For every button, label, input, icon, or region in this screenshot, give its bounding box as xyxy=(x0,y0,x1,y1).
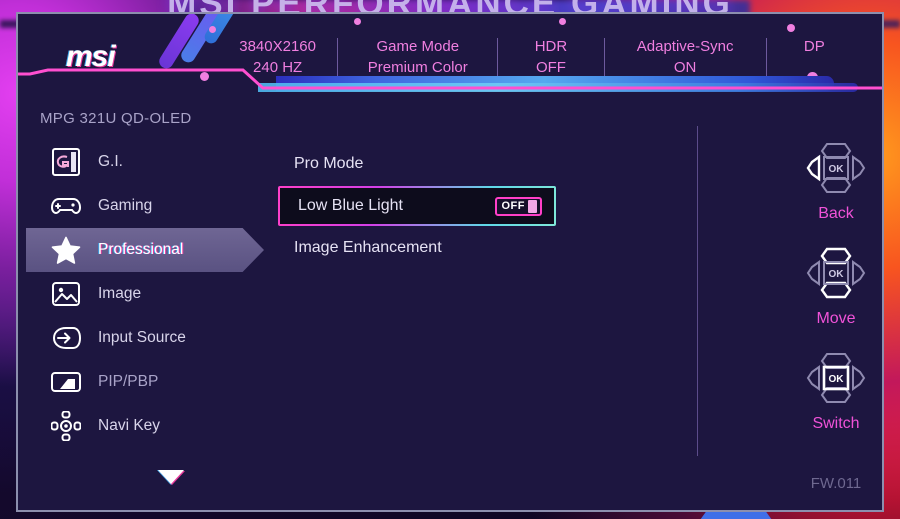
status-hdr: HDR OFF xyxy=(498,36,603,78)
nav-hint-move-label: Move xyxy=(816,310,856,327)
sidebar-item-input-source[interactable]: Input Source xyxy=(18,316,276,360)
nav-hint-move-ok: OK xyxy=(829,269,845,280)
pip-pbp-icon xyxy=(46,370,86,394)
nav-hint-switch-label: Switch xyxy=(812,415,860,432)
header-dot-2 xyxy=(354,18,361,25)
monitor-model-name: MPG 321U QD-OLED xyxy=(40,110,192,127)
osd-body: G.I. Gaming Professional Image Input Sou… xyxy=(18,126,882,510)
star-icon xyxy=(46,235,86,265)
status-bar: 3840X2160 240 HZ Game Mode Premium Color… xyxy=(218,36,862,78)
sidebar-item-gaming-label: Gaming xyxy=(98,197,153,214)
nav-hint-move[interactable]: OK Move xyxy=(790,245,882,328)
sidebar-item-gi-label: G.I. xyxy=(98,153,123,170)
status-adaptive-sync-line1: Adaptive-Sync xyxy=(636,38,734,55)
sidebar-item-navi-key[interactable]: Navi Key xyxy=(18,404,276,448)
sidebar-item-input-source-label: Input Source xyxy=(98,329,186,346)
status-input: DP xyxy=(767,36,862,57)
panel-divider xyxy=(697,126,698,456)
status-input-line1: DP xyxy=(803,38,825,55)
sidebar-item-gi[interactable]: G.I. xyxy=(18,140,276,184)
gamepad-icon xyxy=(46,193,86,219)
header-dot-4 xyxy=(787,24,795,32)
joystick-left-icon: OK xyxy=(806,143,866,193)
header-dot-3 xyxy=(559,18,566,25)
firmware-version: FW.011 xyxy=(810,475,862,492)
header-blue-bar-inner xyxy=(258,83,858,92)
nav-hint-back[interactable]: OK Back xyxy=(790,140,882,223)
sidebar-item-pip-pbp[interactable]: PIP/PBP xyxy=(18,360,276,404)
msi-logo: msi xyxy=(66,40,116,73)
toggle-knob-icon xyxy=(528,199,537,213)
option-low-blue-light-label: Low Blue Light xyxy=(298,197,403,214)
status-game-mode: Game Mode Premium Color xyxy=(338,36,497,78)
nav-hint-back-label: Back xyxy=(818,205,854,222)
option-pro-mode[interactable]: Pro Mode xyxy=(276,142,790,186)
status-resolution-line2: 240 HZ xyxy=(253,59,303,76)
status-resolution-line1: 3840X2160 xyxy=(239,38,316,55)
status-adaptive-sync-line2: ON xyxy=(673,59,697,76)
status-hdr-line2: OFF xyxy=(535,59,566,76)
option-low-blue-light[interactable]: Low Blue Light OFF xyxy=(278,186,556,226)
sidebar-item-gaming[interactable]: Gaming xyxy=(18,184,276,228)
sidebar-item-navi-key-label: Navi Key xyxy=(98,417,161,434)
sidebar-item-image-label: Image xyxy=(98,285,142,302)
status-game-mode-line2: Premium Color xyxy=(367,59,468,76)
options-panel: Pro Mode Low Blue Light OFF Image Enhanc… xyxy=(276,126,790,510)
gi-badge-icon xyxy=(46,147,86,177)
joystick-center-icon: OK xyxy=(806,353,866,403)
picture-icon xyxy=(46,281,86,307)
joystick-up-down-icon: OK xyxy=(806,247,866,299)
status-game-mode-line1: Game Mode xyxy=(376,38,460,55)
navi-key-icon xyxy=(46,411,86,441)
status-adaptive-sync: Adaptive-Sync ON xyxy=(605,36,766,78)
chevron-down-icon[interactable] xyxy=(158,470,184,484)
sidebar-item-image[interactable]: Image xyxy=(18,272,276,316)
status-resolution: 3840X2160 240 HZ xyxy=(218,36,337,78)
screen: MSI PERFORMANCE GAMING msi 3840X2160 240… xyxy=(0,0,900,519)
sidebar-item-professional[interactable]: Professional xyxy=(18,228,276,272)
nav-hints: OK Back OK Move OK Switch FW.011 xyxy=(790,132,882,510)
nav-hint-back-ok: OK xyxy=(829,164,845,175)
osd-panel: msi 3840X2160 240 HZ Game Mode Premium C… xyxy=(16,12,884,512)
low-blue-light-toggle[interactable]: OFF xyxy=(494,196,542,216)
status-hdr-line1: HDR xyxy=(534,38,568,55)
sidebar: G.I. Gaming Professional Image Input Sou… xyxy=(18,132,276,510)
option-image-enhancement-label: Image Enhancement xyxy=(294,239,442,256)
sidebar-item-professional-label: Professional xyxy=(98,241,184,258)
nav-hint-switch[interactable]: OK Switch xyxy=(790,350,882,433)
header-dot-1 xyxy=(209,26,216,33)
osd-header: msi 3840X2160 240 HZ Game Mode Premium C… xyxy=(18,14,882,92)
input-arrow-icon xyxy=(46,325,86,351)
header-dot-5 xyxy=(200,72,209,81)
sidebar-item-pip-pbp-label: PIP/PBP xyxy=(98,373,159,390)
option-pro-mode-label: Pro Mode xyxy=(294,155,364,172)
nav-hint-switch-ok: OK xyxy=(829,374,845,385)
low-blue-light-toggle-value: OFF xyxy=(501,200,525,212)
option-image-enhancement[interactable]: Image Enhancement xyxy=(276,226,790,270)
